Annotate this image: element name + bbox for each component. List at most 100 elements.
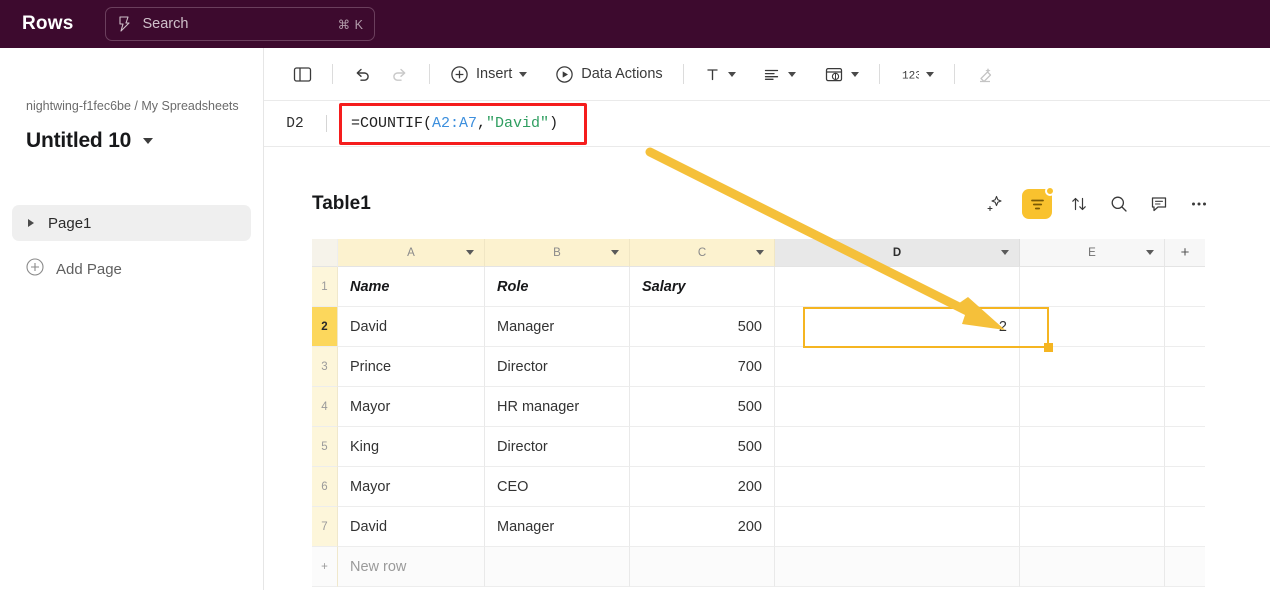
cell-reference[interactable]: D2: [264, 116, 326, 132]
cell-c3[interactable]: 700: [630, 347, 775, 387]
cell-b2[interactable]: Manager: [485, 307, 630, 347]
search-input[interactable]: Search ⌘ K: [105, 7, 376, 41]
more-icon[interactable]: [1186, 191, 1212, 217]
comment-icon[interactable]: [1146, 191, 1172, 217]
cell-f7[interactable]: [1165, 507, 1205, 547]
chevron-down-icon[interactable]: [756, 250, 764, 255]
cell-b1[interactable]: Role: [485, 267, 630, 307]
new-row-label[interactable]: New row: [338, 547, 485, 587]
column-header-e[interactable]: E: [1020, 239, 1165, 267]
chevron-down-icon[interactable]: [727, 71, 736, 77]
cell-f5[interactable]: [1165, 427, 1205, 467]
cell-c2[interactable]: 500: [630, 307, 775, 347]
cell-e5[interactable]: [1020, 427, 1165, 467]
new-row[interactable]: + New row: [312, 547, 1205, 587]
search-icon[interactable]: [1106, 191, 1132, 217]
row-number[interactable]: 3: [312, 347, 338, 387]
undo-button[interactable]: [346, 58, 379, 90]
row-number[interactable]: 2: [312, 307, 338, 347]
chevron-down-icon[interactable]: [925, 71, 934, 77]
cell-e3[interactable]: [1020, 347, 1165, 387]
cell-b4[interactable]: HR manager: [485, 387, 630, 427]
chevron-down-icon[interactable]: [519, 71, 528, 77]
column-header-b[interactable]: B: [485, 239, 630, 267]
cell-a7[interactable]: David: [338, 507, 485, 547]
grid-corner[interactable]: [312, 239, 338, 267]
add-page-button[interactable]: Add Page: [12, 253, 251, 285]
new-row-c[interactable]: [630, 547, 775, 587]
cell-a1[interactable]: Name: [338, 267, 485, 307]
chevron-down-icon[interactable]: [1001, 250, 1009, 255]
cell-b7[interactable]: Manager: [485, 507, 630, 547]
cell-a2[interactable]: David: [338, 307, 485, 347]
app-logo[interactable]: Rows: [22, 13, 73, 35]
data-actions-button[interactable]: Data Actions: [548, 58, 669, 90]
cell-f3[interactable]: [1165, 347, 1205, 387]
redo-button[interactable]: [383, 58, 416, 90]
cell-c7[interactable]: 200: [630, 507, 775, 547]
chevron-down-icon[interactable]: [1146, 250, 1154, 255]
cell-f2[interactable]: [1165, 307, 1205, 347]
toggle-panel-button[interactable]: [286, 58, 319, 90]
cell-f6[interactable]: [1165, 467, 1205, 507]
text-format-button[interactable]: [697, 58, 743, 90]
row-number[interactable]: 6: [312, 467, 338, 507]
new-row-e[interactable]: [1020, 547, 1165, 587]
cell-f4[interactable]: [1165, 387, 1205, 427]
insert-button[interactable]: Insert: [443, 58, 534, 90]
cell-format-button[interactable]: [817, 58, 866, 90]
table-name[interactable]: Table1: [312, 193, 371, 215]
cell-b6[interactable]: CEO: [485, 467, 630, 507]
cell-f1[interactable]: [1165, 267, 1205, 307]
column-header-d[interactable]: D: [775, 239, 1020, 267]
new-row-f[interactable]: [1165, 547, 1205, 587]
cell-c5[interactable]: 500: [630, 427, 775, 467]
cell-e6[interactable]: [1020, 467, 1165, 507]
number-format-button[interactable]: 123: [893, 58, 941, 90]
cell-e2[interactable]: [1020, 307, 1165, 347]
new-row-b[interactable]: [485, 547, 630, 587]
align-button[interactable]: [755, 58, 803, 90]
cell-d2[interactable]: 2: [775, 307, 1020, 347]
cell-c6[interactable]: 200: [630, 467, 775, 507]
chevron-down-icon[interactable]: [143, 138, 154, 144]
cell-d7[interactable]: [775, 507, 1020, 547]
chevron-down-icon[interactable]: [466, 250, 474, 255]
cell-e4[interactable]: [1020, 387, 1165, 427]
formula-input[interactable]: =COUNTIF(A2:A7,"David"): [339, 102, 587, 145]
cell-d6[interactable]: [775, 467, 1020, 507]
ai-sparkle-icon[interactable]: [982, 191, 1008, 217]
cell-c1[interactable]: Salary: [630, 267, 775, 307]
chevron-right-icon[interactable]: [28, 219, 34, 227]
sort-icon[interactable]: [1066, 191, 1092, 217]
chevron-down-icon[interactable]: [611, 250, 619, 255]
cell-b5[interactable]: Director: [485, 427, 630, 467]
cell-d1[interactable]: [775, 267, 1020, 307]
cell-e1[interactable]: [1020, 267, 1165, 307]
cell-d5[interactable]: [775, 427, 1020, 467]
new-row-plus-icon[interactable]: +: [312, 547, 338, 587]
cell-d4[interactable]: [775, 387, 1020, 427]
cell-e7[interactable]: [1020, 507, 1165, 547]
cell-a5[interactable]: King: [338, 427, 485, 467]
row-number[interactable]: 1: [312, 267, 338, 307]
new-row-d[interactable]: [775, 547, 1020, 587]
sidebar-item-page1[interactable]: Page1: [12, 205, 251, 241]
column-header-c[interactable]: C: [630, 239, 775, 267]
cell-d3[interactable]: [775, 347, 1020, 387]
filter-icon[interactable]: [1022, 186, 1055, 219]
cell-a3[interactable]: Prince: [338, 347, 485, 387]
row-number[interactable]: 5: [312, 427, 338, 467]
cell-a4[interactable]: Mayor: [338, 387, 485, 427]
chevron-down-icon[interactable]: [850, 71, 859, 77]
clear-format-button[interactable]: [968, 58, 1002, 90]
fill-handle[interactable]: [1044, 343, 1053, 352]
add-column-button[interactable]: +: [1165, 239, 1205, 267]
column-header-a[interactable]: A: [338, 239, 485, 267]
breadcrumb[interactable]: nightwing-f1fec6be / My Spreadsheets: [26, 98, 241, 115]
cell-a6[interactable]: Mayor: [338, 467, 485, 507]
cell-b3[interactable]: Director: [485, 347, 630, 387]
row-number[interactable]: 7: [312, 507, 338, 547]
cell-c4[interactable]: 500: [630, 387, 775, 427]
row-number[interactable]: 4: [312, 387, 338, 427]
